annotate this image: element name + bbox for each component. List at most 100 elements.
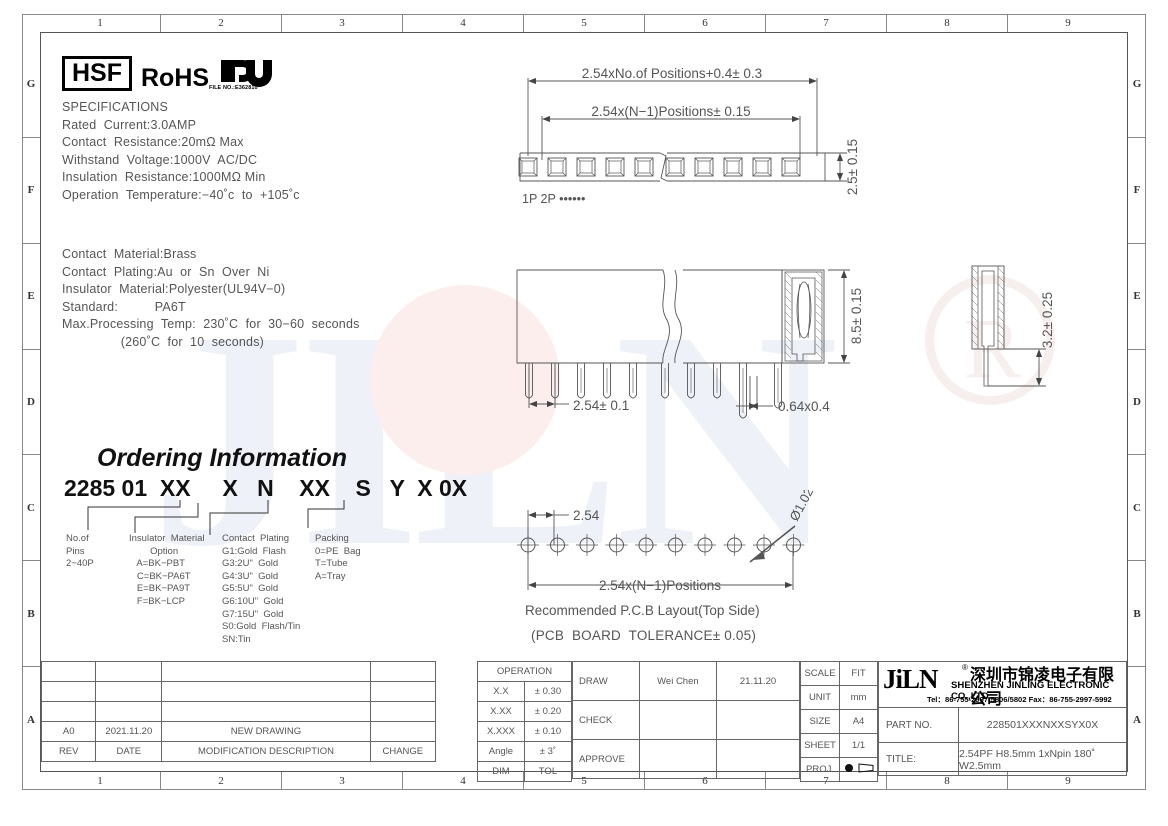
ordering-information-title: Ordering Information bbox=[97, 444, 347, 472]
table-header-row: REV DATE MODIFICATION DESCRIPTION CHANGE bbox=[40, 741, 437, 762]
dim-pin-pitch: 2.54± 0.1 bbox=[573, 398, 629, 413]
table-row-a0: A0 2021.11.20 NEW DRAWING bbox=[40, 721, 437, 742]
approve-name bbox=[638, 739, 718, 779]
company-logo: JiLN bbox=[883, 664, 939, 694]
zone-marker: F bbox=[1128, 138, 1146, 244]
dim-pcb-pitch: 2.54 bbox=[573, 508, 600, 523]
tol-dim: X.XXX bbox=[477, 721, 525, 742]
dim-total-height: 8.5± 0.15 bbox=[849, 288, 864, 344]
zone-marker: E bbox=[1128, 244, 1146, 350]
zone-marker: 4 bbox=[403, 14, 524, 32]
rev-cell bbox=[161, 681, 371, 702]
zone-marker: A bbox=[1133, 713, 1141, 726]
table-row: X.XXX ± 0.10 bbox=[477, 721, 573, 742]
rev-cell bbox=[95, 681, 163, 702]
table-row: DIM TOL bbox=[477, 761, 573, 782]
material-line: Standard: PA6T bbox=[62, 299, 186, 314]
pcb-layout-drawing: 2.54 2.54x(N−1)Positions Ø1.02 Recommend… bbox=[517, 490, 816, 618]
proj-label: PROJ. bbox=[799, 757, 841, 782]
zone-marker: 7 bbox=[766, 14, 887, 32]
sheet-label: SHEET bbox=[799, 733, 841, 758]
tol-value: ± 0.20 bbox=[523, 701, 573, 722]
table-row: X.X ± 0.30 bbox=[477, 681, 573, 702]
zone-marker: B bbox=[22, 561, 40, 668]
hsf-mark: HSF bbox=[62, 55, 132, 91]
zone-marker: C bbox=[1128, 455, 1146, 562]
table-header-row: OPERATION bbox=[477, 661, 572, 682]
dim-pcb-span: 2.54x(N−1)Positions bbox=[599, 578, 721, 593]
pcb-caption-2: (PCB BOARD TOLERANCE± 0.05) bbox=[531, 628, 757, 643]
zone-marker: 3 bbox=[282, 14, 403, 32]
dim-hole-diameter: Ø1.02 bbox=[786, 490, 816, 523]
tol-value: ± 0.10 bbox=[523, 721, 573, 742]
title-value: 2.54PF H8.5mm 1xNpin 180˚ W2.5mm bbox=[959, 747, 1095, 772]
zone-marker: 6 bbox=[645, 14, 766, 32]
rev-cell bbox=[95, 701, 163, 722]
dim-header: DIM bbox=[477, 761, 525, 782]
material-line: Insulator Material:Polyester(UL94V−0) bbox=[62, 282, 286, 296]
registered-mark: ® bbox=[962, 663, 968, 672]
check-name bbox=[638, 700, 718, 740]
table-row: APPROVE bbox=[572, 739, 800, 779]
dim-pitch-total: 2.54x(N−1)Positions± 0.15 bbox=[591, 104, 750, 119]
spec-line: Rated Current:3.0AMP bbox=[62, 117, 197, 132]
dim-overall-width: 2.54xNo.of Positions+0.4± 0.3 bbox=[582, 66, 762, 81]
zone-ruler-right: G F E D C B A bbox=[1128, 32, 1146, 772]
zone-marker: G bbox=[1128, 32, 1146, 138]
pcb-caption-1: Recommended P.C.B Layout(Top Side) bbox=[525, 603, 760, 618]
ordering-code: 2285 01 XX X N XX S Y X 0X bbox=[64, 475, 468, 501]
legend-packing: Packing 0=PE Bag T=Tube A=Tray bbox=[315, 533, 361, 582]
table-row bbox=[40, 681, 437, 702]
top-view-drawing: 2.54xNo.of Positions+0.4± 0.3 2.54x(N−1)… bbox=[518, 66, 860, 206]
dim-tail-length: 3.2± 0.25 bbox=[1040, 292, 1055, 348]
tolerance-table: OPERATION X.X ± 0.30 X.XX ± 0.20 X.XXX ±… bbox=[477, 661, 573, 782]
rev-cell bbox=[161, 701, 371, 722]
zone-marker: 5 bbox=[524, 14, 645, 32]
table-row: Angle ± 3˚ bbox=[477, 741, 573, 762]
spec-line: Contact Resistance:20mΩ Max bbox=[62, 135, 244, 149]
zone-marker: 2 bbox=[161, 772, 282, 790]
zone-marker: F bbox=[22, 138, 40, 244]
legend-contact-plating: Contact Plating G1:Gold Flash G3:2Uʺ Gol… bbox=[222, 533, 301, 645]
zone-marker: 1 bbox=[40, 14, 161, 32]
zone-ruler-top: 1 2 3 4 5 6 7 8 9 bbox=[40, 14, 1128, 32]
rev-cell bbox=[369, 661, 437, 682]
table-row: SIZE A4 bbox=[799, 709, 878, 734]
part-no-value: 228501XXXNXXSYX0X bbox=[986, 719, 1099, 731]
dim-pin-section: 0.64x0.4 bbox=[778, 399, 830, 414]
zone-marker: D bbox=[1128, 350, 1146, 456]
company-contact: Tel：86-755-2997-5806/5802 Fax：86-755-299… bbox=[927, 695, 1112, 704]
table-row: SCALE FIT bbox=[799, 661, 878, 686]
rev-change bbox=[369, 721, 437, 742]
materials-block: Contact Material:Brass Contact Plating:A… bbox=[62, 246, 360, 351]
material-line: Contact Plating:Au or Sn Over Ni bbox=[62, 264, 270, 279]
material-line: (260˚C for 10 seconds) bbox=[62, 334, 265, 349]
rev-cell bbox=[369, 681, 437, 702]
scale-label: SCALE bbox=[799, 661, 841, 686]
rev-cell bbox=[40, 661, 97, 682]
rev-cell bbox=[161, 661, 371, 682]
rohs-mark: RoHS bbox=[141, 63, 210, 92]
rev-value: A0 bbox=[40, 721, 97, 742]
rev-date: 2021.11.20 bbox=[95, 721, 163, 742]
size-value: A4 bbox=[839, 709, 878, 734]
table-row: CHECK bbox=[572, 700, 800, 740]
zone-marker: 2 bbox=[161, 14, 282, 32]
unit-value: mm bbox=[839, 685, 878, 710]
specifications-heading: SPECIFICATIONS bbox=[62, 100, 169, 114]
draw-label: DRAW bbox=[572, 661, 640, 701]
zone-marker: D bbox=[22, 350, 40, 456]
scale-value: FIT bbox=[839, 661, 878, 686]
approve-date bbox=[716, 739, 800, 779]
rev-cell bbox=[40, 701, 97, 722]
check-date bbox=[716, 700, 800, 740]
zone-ruler-left: G F E D C B A bbox=[22, 32, 40, 772]
meta-table: SCALE FIT UNIT mm SIZE A4 SHEET 1/1 PROJ… bbox=[799, 661, 878, 782]
sheet-value: 1/1 bbox=[839, 733, 878, 758]
zone-marker: A bbox=[27, 713, 35, 726]
draw-name: Wei Chen bbox=[638, 661, 718, 701]
dim-body-height: 2.5± 0.15 bbox=[845, 139, 860, 195]
table-row: PROJ. bbox=[799, 757, 878, 782]
legend-insulator-material: Insulator Material Option A=BK−PBT C=BK−… bbox=[129, 533, 205, 607]
check-label: CHECK bbox=[572, 700, 640, 740]
